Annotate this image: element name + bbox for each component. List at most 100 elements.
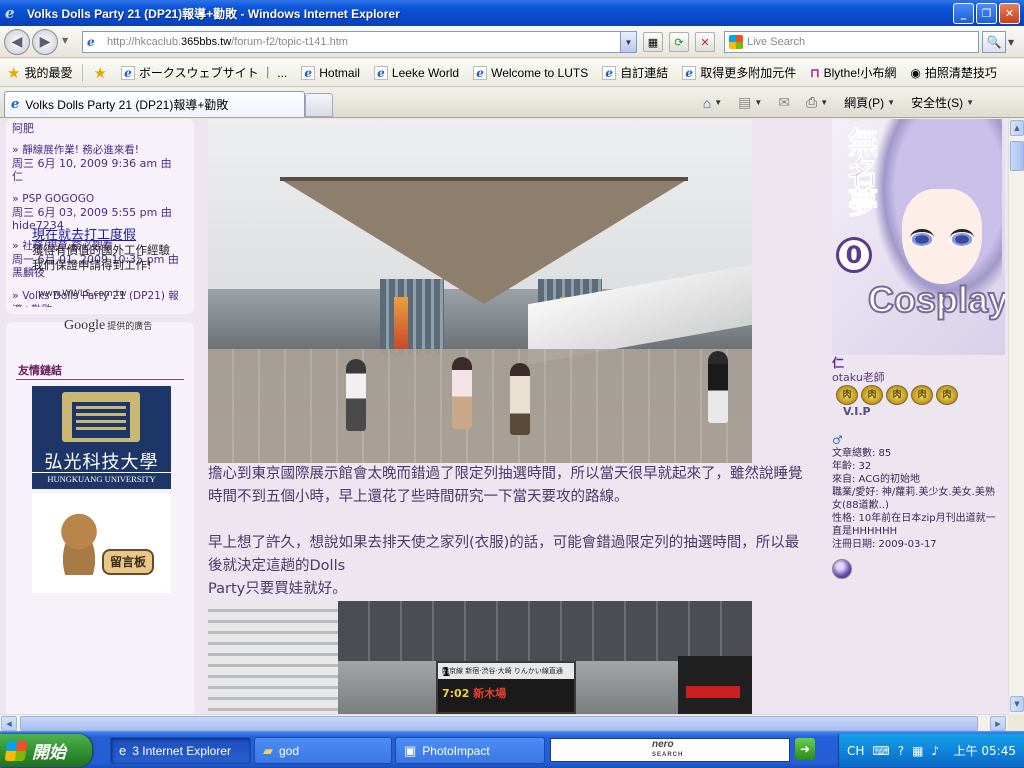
forward-button[interactable]: ▶	[32, 29, 58, 55]
guestbook-link[interactable]: 留言板	[32, 493, 171, 593]
taskbar: 開始 e 3 Internet Explorer ▰ god ▣ PhotoImpac…	[0, 731, 1024, 768]
favorite-link-label: Blythe!小布網	[823, 66, 897, 80]
ie-logo-icon: e	[5, 4, 15, 22]
scroll-left-button[interactable]: ◀	[1, 716, 17, 731]
url-prefix: http://hkcaclub.	[107, 36, 181, 48]
post-author-rank: otaku老師	[832, 371, 885, 384]
favorites-center-button[interactable]: ★ 我的最愛	[0, 64, 79, 82]
new-tab-button[interactable]	[305, 93, 333, 117]
vertical-scrollbar[interactable]: ▲ ▼	[1008, 119, 1024, 714]
feeds-button[interactable]: ▤ ▼	[732, 94, 768, 111]
nero-search-go-button[interactable]: ➜	[795, 738, 815, 760]
tab-active[interactable]: e Volks Dolls Party 21 (DP21)報導+勸敗	[4, 91, 305, 117]
volume-icon[interactable]: ♪	[931, 744, 939, 758]
back-arrow-icon: ◀	[11, 34, 23, 50]
favorite-link[interactable]: ⊓ Blythe!小布網	[803, 64, 903, 81]
favorite-link[interactable]: e 取得更多附加元件	[675, 64, 803, 81]
start-label: 開始	[32, 743, 66, 763]
keyboard-icon[interactable]: ⌨	[872, 744, 889, 758]
add-favorite-button[interactable]: ★	[86, 64, 113, 82]
hungkuang-university-logo[interactable]: 弘光科技大學 HUNGKUANG UNIVERSITY	[32, 386, 171, 489]
google-ads-suffix: 提供的廣告	[107, 322, 153, 332]
favorite-link[interactable]: ◉ 拍照清楚技巧	[903, 64, 1004, 81]
university-name-cn: 弘光科技大學	[44, 452, 159, 473]
scroll-down-button[interactable]: ▼	[1010, 696, 1024, 712]
bullet-icon: »	[12, 143, 23, 156]
tab-ie-icon: e	[11, 97, 20, 112]
vip-label: V.I.P	[843, 405, 871, 418]
history-dropdown-icon[interactable]: ▼	[62, 36, 68, 45]
favorite-link[interactable]: e Hotmail	[294, 65, 367, 80]
back-button[interactable]: ◀	[4, 29, 30, 55]
compat-view-icon[interactable]: ▦	[643, 32, 663, 52]
favicon-icon: e	[301, 65, 316, 80]
ie-icon: e	[119, 743, 127, 758]
vertical-scroll-thumb[interactable]	[1010, 141, 1024, 171]
bullet-icon: »	[12, 192, 23, 205]
language-indicator[interactable]: CH	[847, 744, 864, 758]
blythe-icon: ⊓	[810, 65, 820, 80]
close-button[interactable]: ✕	[999, 3, 1020, 24]
taskbar-photoimpact-button[interactable]: ▣ PhotoImpact	[395, 737, 545, 764]
search-button[interactable]: 🔍	[982, 31, 1006, 53]
rank-medals: 肉 肉 肉 肉 肉	[836, 385, 958, 405]
search-options-dropdown-icon[interactable]: ▼	[1008, 38, 1014, 47]
mail-icon: ✉	[778, 94, 791, 110]
favicon-icon: e	[473, 65, 488, 80]
minimize-button[interactable]: _	[953, 3, 974, 24]
start-button[interactable]: 開始	[0, 734, 92, 767]
favorites-bar: ★ 我的最愛 ★ e ボークスウェブサイト ｜ ... e Hotmail e Leek…	[0, 59, 1024, 87]
print-button[interactable]: ⎙ ▼	[800, 94, 834, 111]
command-bar: ⌂ ▼ ▤ ▼ ✉ ⎙ ▼ 網頁(P) ▼ 安全性(S) ▼	[697, 94, 980, 111]
add-favorite-icon: ★	[93, 64, 107, 82]
clock: 上午 05:45	[953, 744, 1016, 758]
folder-icon: ▰	[263, 742, 273, 758]
medal-icon: 肉	[886, 385, 908, 405]
horizontal-scrollbar[interactable]: ◀ ▶	[0, 714, 1008, 731]
url-input[interactable]: e http://hkcaclub.365bbs.tw/forum-f2/top…	[82, 31, 637, 53]
google-logo: Google	[64, 318, 106, 333]
url-text[interactable]: http://hkcaclub.365bbs.tw/forum-f2/topic…	[107, 36, 620, 48]
ad-body[interactable]: 獲得有價值的國外工作經驗 我們保證申請得到工作!	[32, 243, 172, 273]
stat-hobby: 職業/愛好: 神/蘿莉.美少女.美女.美熟女(88道歉..)	[832, 487, 995, 511]
help-icon[interactable]: ?	[898, 744, 904, 758]
search-input[interactable]: Live Search	[724, 31, 979, 53]
tray-app-icon[interactable]: ▦	[912, 744, 923, 758]
ad-url[interactable]: www.WWLS.com.tw	[38, 289, 126, 299]
home-button[interactable]: ⌂ ▼	[697, 95, 728, 111]
scroll-right-button[interactable]: ▶	[990, 716, 1006, 731]
maximize-button[interactable]: ❐	[976, 3, 997, 24]
favorite-link[interactable]: e ボークスウェブサイト ｜ ...	[114, 64, 294, 81]
taskbar-ie-button[interactable]: e 3 Internet Explorer	[110, 737, 251, 764]
window-controls: _ ❐ ✕	[953, 3, 1020, 24]
url-dropdown-button[interactable]: ▼	[620, 32, 636, 52]
refresh-icon[interactable]: ⟳	[669, 32, 689, 52]
recent-topic-link[interactable]: PSP GOGOGO	[22, 193, 94, 205]
safety-menu[interactable]: 安全性(S) ▼	[905, 94, 980, 111]
stop-icon[interactable]: ✕	[695, 32, 715, 52]
favorites-separator	[82, 63, 84, 82]
page-menu[interactable]: 網頁(P) ▼	[838, 94, 901, 111]
favorite-link-label: Hotmail	[319, 65, 360, 80]
safety-menu-label: 安全性(S)	[911, 96, 964, 110]
favorite-link[interactable]: e Welcome to LUTS	[466, 65, 595, 80]
taskbar-folder-button[interactable]: ▰ god	[254, 737, 392, 764]
scroll-up-button[interactable]: ▲	[1010, 120, 1024, 136]
google-ads-label[interactable]: Google 提供的廣告	[64, 318, 152, 334]
male-gender-icon: ♂	[832, 433, 843, 447]
profile-orb-icon[interactable]	[832, 559, 852, 579]
live-search-icon	[729, 35, 743, 49]
scrollbar-corner	[1008, 714, 1024, 731]
recent-topic-link[interactable]: 靜線展作業! 務必進來看!	[22, 144, 139, 156]
ad-title-link[interactable]: 現在就去打工度假	[32, 224, 136, 243]
medal-icon: 肉	[936, 385, 958, 405]
title-bar: e Volks Dolls Party 21 (DP21)報導+勸敗 - Win…	[0, 0, 1024, 26]
mail-button[interactable]: ✉	[772, 94, 796, 111]
favorites-label: 我的最愛	[24, 66, 73, 80]
favorites-star-icon: ★	[7, 64, 21, 82]
horizontal-scroll-thumb[interactable]	[20, 716, 978, 731]
url-domain: 365bbs.tw	[181, 36, 232, 48]
favicon-icon: e	[373, 65, 388, 80]
favorite-link[interactable]: e 自訂連結	[595, 64, 675, 81]
favorite-link[interactable]: e Leeke World	[367, 65, 466, 80]
